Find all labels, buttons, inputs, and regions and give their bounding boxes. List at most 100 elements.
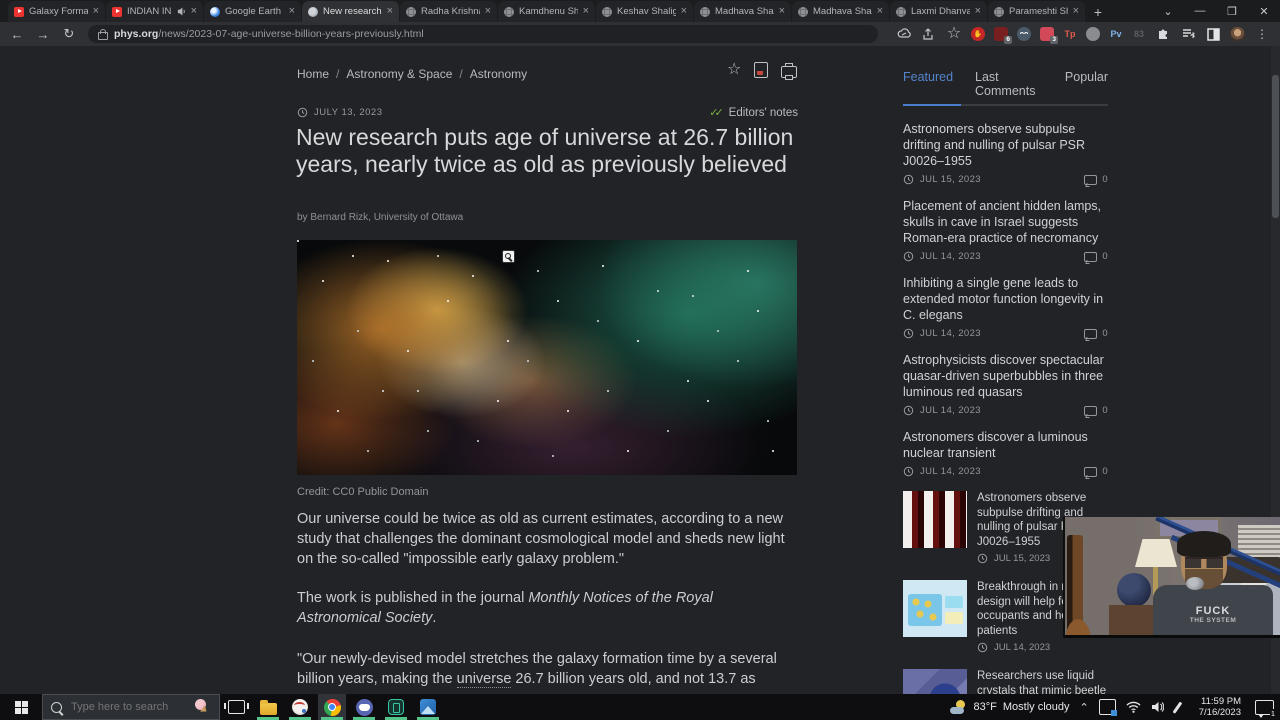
tab-madhava-1[interactable]: Madhava Shalig × <box>694 1 791 22</box>
tab-keshav[interactable]: Keshav Shaligra × <box>596 1 693 22</box>
scrollbar-thumb[interactable] <box>1272 75 1279 218</box>
item-title[interactable]: Researchers use liquid crystals that mim… <box>977 669 1108 694</box>
tablet-mode-icon[interactable] <box>1098 699 1117 716</box>
audio-speaker-icon[interactable] <box>177 7 186 16</box>
comment-count[interactable]: 0 <box>1102 174 1108 185</box>
profile-avatar[interactable] <box>1230 26 1245 42</box>
extension-mask-icon[interactable]: ᴖᴖ <box>1017 27 1031 41</box>
tab-new-research-active[interactable]: New research p × <box>302 1 399 22</box>
menu-kebab-icon[interactable]: ⋮ <box>1254 26 1270 42</box>
list-item[interactable]: Astrophysicists discover spectacular qua… <box>903 352 1108 416</box>
comment-count[interactable]: 0 <box>1102 251 1108 262</box>
extension-pink-icon[interactable]: 3 <box>1040 27 1058 44</box>
share-icon[interactable] <box>921 26 937 42</box>
tab-close-icon[interactable]: × <box>583 6 589 17</box>
tab-kamdhenu[interactable]: Kamdhenu Shal × <box>498 1 595 22</box>
restore-button[interactable]: ❐ <box>1216 0 1248 22</box>
breadcrumb-home[interactable]: Home <box>297 67 329 81</box>
comment-count[interactable]: 0 <box>1102 405 1108 416</box>
extension-pv-icon[interactable]: Pv <box>1109 27 1123 41</box>
extension-ublock-icon[interactable]: 6 <box>994 27 1012 44</box>
list-item[interactable]: Inhibiting a single gene leads to extend… <box>903 275 1108 339</box>
tab-close-icon[interactable]: × <box>1073 6 1079 17</box>
minimize-button[interactable]: — <box>1184 0 1216 22</box>
item-title[interactable]: Placement of ancient hidden lamps, skull… <box>903 198 1108 246</box>
tab-close-icon[interactable]: × <box>779 6 785 17</box>
url-text[interactable]: phys.org/news/2023-07-age-universe-billi… <box>114 28 424 40</box>
extension-tab-counter[interactable]: 83 <box>1132 27 1146 41</box>
tab-madhava-2[interactable]: Madhava Shalig × <box>792 1 889 22</box>
list-item[interactable]: Researchers use liquid crystals that mim… <box>903 669 1108 694</box>
tab-popular[interactable]: Popular <box>1065 70 1108 98</box>
tab-close-icon[interactable]: × <box>289 6 295 17</box>
tab-featured[interactable]: Featured <box>903 70 953 98</box>
tab-last-comments[interactable]: Last Comments <box>975 70 1043 98</box>
tab-search-button[interactable]: ⌄ <box>1152 0 1184 22</box>
editors-notes[interactable]: ✓✓ Editors' notes <box>709 106 798 120</box>
action-center-icon[interactable]: 1 <box>1255 699 1276 718</box>
forward-button[interactable]: → <box>32 24 54 44</box>
lock-icon[interactable] <box>98 28 108 40</box>
extension-hand-icon[interactable]: ✋ <box>971 27 985 41</box>
save-star-icon[interactable]: ☆ <box>727 62 741 78</box>
wifi-icon[interactable] <box>1126 701 1141 713</box>
tab-close-icon[interactable]: × <box>387 6 393 17</box>
taskbar-search-box[interactable] <box>42 694 220 720</box>
extensions-puzzle-icon[interactable] <box>1155 26 1171 42</box>
pdf-icon[interactable] <box>754 62 769 78</box>
list-item[interactable]: Astronomers discover a luminous nuclear … <box>903 429 1108 477</box>
playlist-icon[interactable] <box>1180 26 1196 42</box>
article-hero-image[interactable] <box>297 240 797 475</box>
list-item[interactable]: Astronomers observe subpulse drifting an… <box>903 121 1108 185</box>
dark-mode-square-icon[interactable] <box>1205 26 1221 42</box>
discord-button[interactable] <box>350 694 378 720</box>
item-title[interactable]: Astrophysicists discover spectacular qua… <box>903 352 1108 400</box>
new-tab-button[interactable]: + <box>1086 2 1110 22</box>
item-title[interactable]: Astronomers discover a luminous nuclear … <box>903 429 1108 461</box>
start-button[interactable] <box>0 694 42 720</box>
bookmark-star-icon[interactable]: ☆ <box>946 26 962 42</box>
file-explorer-button[interactable] <box>254 694 282 720</box>
tab-close-icon[interactable]: × <box>485 6 491 17</box>
tab-parameshti[interactable]: Parameshti Shal × <box>988 1 1085 22</box>
breadcrumb-section[interactable]: Astronomy & Space <box>346 67 452 81</box>
extension-gray-circle-icon[interactable] <box>1086 27 1100 41</box>
pulsar-thumbnail[interactable] <box>903 491 967 548</box>
tray-expand-chevron[interactable]: ⌃ <box>1080 701 1089 714</box>
item-title[interactable]: Inhibiting a single gene leads to extend… <box>903 275 1108 323</box>
tab-galaxy-formation[interactable]: Galaxy Formatio × <box>8 1 105 22</box>
tab-close-icon[interactable]: × <box>681 6 687 17</box>
universe-link[interactable]: universe <box>456 670 512 688</box>
chrome-button[interactable] <box>318 694 346 720</box>
volume-icon[interactable] <box>1151 701 1164 713</box>
comment-count[interactable]: 0 <box>1102 466 1108 477</box>
print-icon[interactable] <box>781 62 798 80</box>
address-bar[interactable]: phys.org/news/2023-07-age-universe-billi… <box>88 25 878 43</box>
photos-button[interactable] <box>414 694 442 720</box>
icecream-search-highlight-icon[interactable] <box>195 699 213 717</box>
comment-count[interactable]: 0 <box>1102 328 1108 339</box>
reload-button[interactable]: ↻ <box>58 24 80 44</box>
back-button[interactable]: ← <box>6 24 28 44</box>
beetle-thumbnail[interactable] <box>903 669 967 694</box>
materials-thumbnail[interactable] <box>903 580 967 637</box>
item-title[interactable]: Astronomers observe subpulse drifting an… <box>903 121 1108 169</box>
breadcrumb-topic[interactable]: Astronomy <box>470 67 527 81</box>
tab-radha-krishna[interactable]: Radha Krishna S × <box>400 1 497 22</box>
search-input[interactable] <box>69 700 183 714</box>
close-window-button[interactable]: ✕ <box>1248 0 1280 22</box>
tab-close-icon[interactable]: × <box>93 6 99 17</box>
tab-close-icon[interactable]: × <box>877 6 883 17</box>
tab-close-icon[interactable]: × <box>975 6 981 17</box>
list-item[interactable]: Placement of ancient hidden lamps, skull… <box>903 198 1108 262</box>
tab-indian-ins[interactable]: INDIAN INS × <box>106 1 203 22</box>
tab-laxmi[interactable]: Laxmi Dhanvant × <box>890 1 987 22</box>
tab-close-icon[interactable]: × <box>191 6 197 17</box>
tab-google-earth[interactable]: Google Earth × <box>204 1 301 22</box>
red-white-app-button[interactable] <box>286 694 314 720</box>
cloud-icon[interactable] <box>896 26 912 42</box>
teal-app-button[interactable] <box>382 694 410 720</box>
pen-icon[interactable] <box>1174 700 1189 714</box>
task-view-button[interactable] <box>222 694 250 720</box>
tray-clock[interactable]: 11:59 PM 7/16/2023 <box>1199 696 1241 718</box>
